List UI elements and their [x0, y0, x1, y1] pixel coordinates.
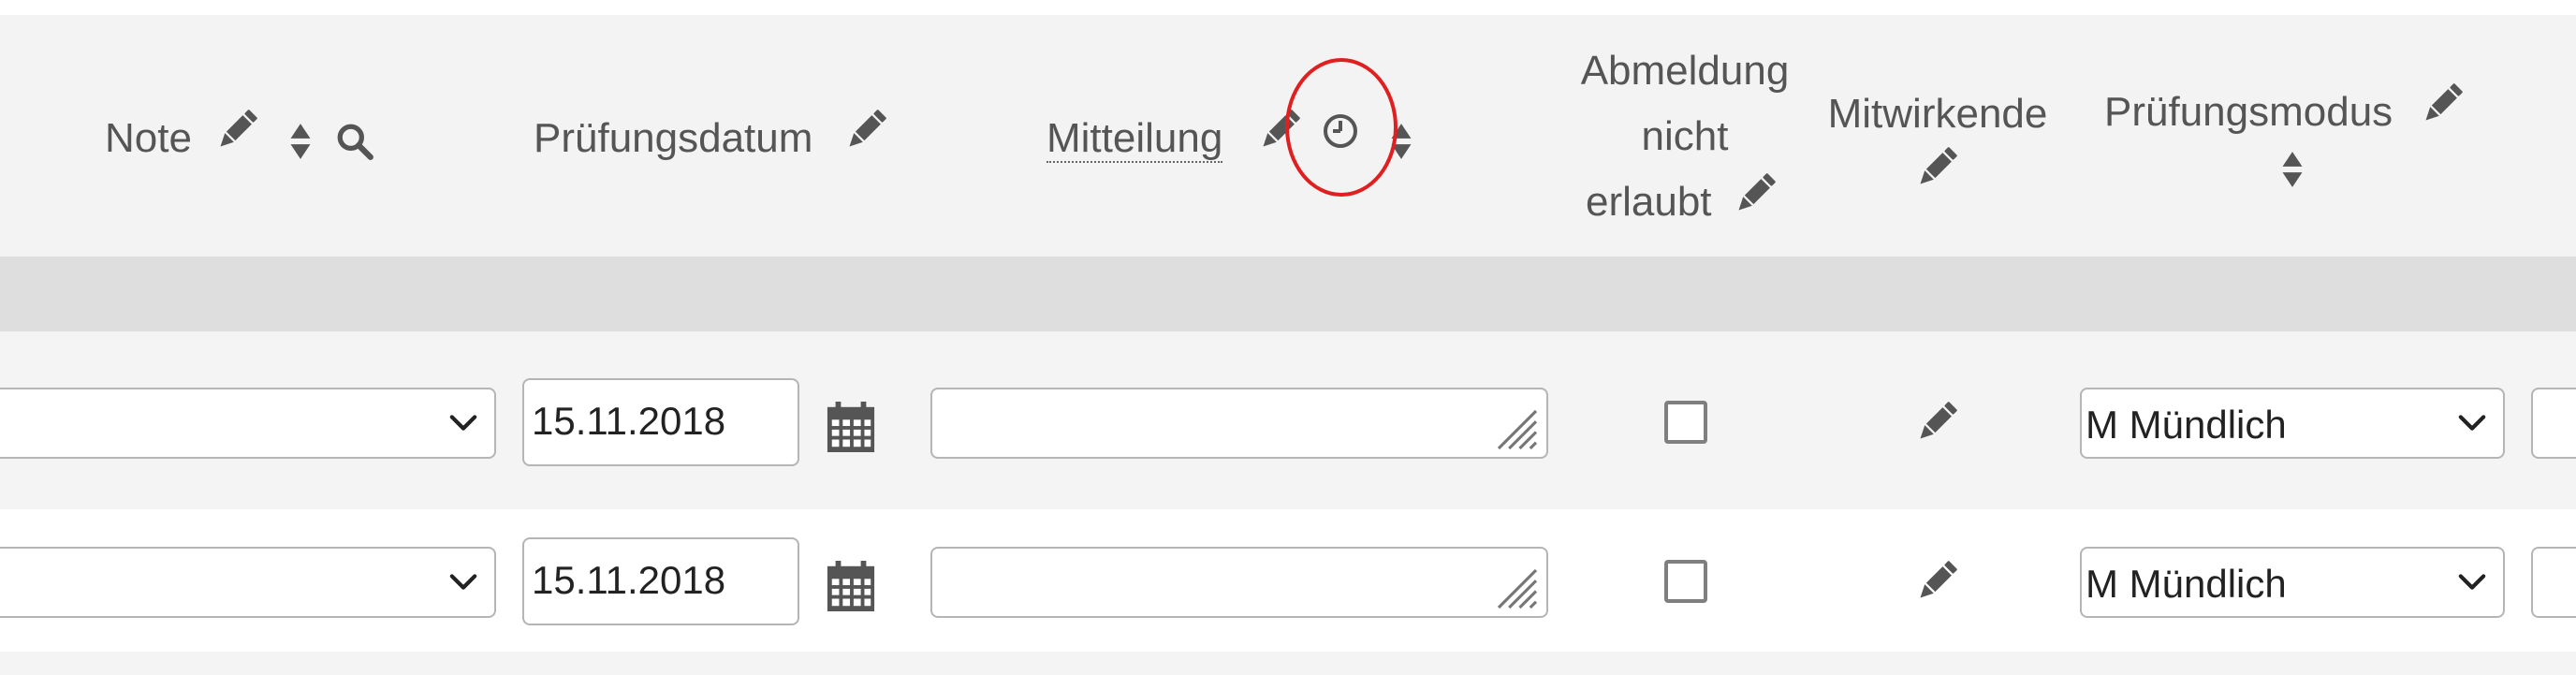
pencil-icon[interactable]	[1911, 142, 1962, 193]
pruefungsmodus-value: M Mündlich	[2086, 562, 2287, 606]
chevron-down-icon	[2458, 414, 2486, 433]
pencil-icon[interactable]	[212, 105, 262, 155]
header-pruefungsmodus-label: Prüfungsmodus	[2104, 89, 2393, 135]
mitteilung-textarea[interactable]	[930, 388, 1548, 459]
sort-icon[interactable]	[2280, 150, 2305, 189]
header-abmeldung-line3: erlaubt	[1586, 179, 1712, 225]
header-pruefungsdatum-label: Prüfungsdatum	[534, 115, 813, 161]
highlight-circle	[1285, 58, 1398, 197]
abmeldung-checkbox[interactable]	[1664, 401, 1707, 444]
resize-handle-icon[interactable]	[1494, 565, 1541, 612]
sort-icon[interactable]	[288, 122, 313, 161]
header-mitwirkende-label: Mitwirkende	[1827, 91, 2048, 137]
note-select[interactable]	[0, 388, 496, 459]
table-row	[0, 652, 2576, 675]
calendar-icon[interactable]	[826, 559, 876, 613]
header-mitteilung-label[interactable]: Mitteilung	[1046, 118, 1223, 163]
chevron-down-icon	[449, 414, 477, 433]
chevron-down-icon	[2458, 573, 2486, 592]
pencil-icon[interactable]	[2417, 79, 2467, 129]
note-select[interactable]	[0, 547, 496, 618]
calendar-icon[interactable]	[826, 400, 876, 454]
mitteilung-textarea[interactable]	[930, 547, 1548, 618]
next-column-input[interactable]	[2531, 388, 2576, 459]
abmeldung-checkbox[interactable]	[1664, 560, 1707, 603]
pencil-icon[interactable]	[1730, 169, 1780, 219]
header-abmeldung-line1: Abmeldung	[1580, 48, 1790, 94]
pencil-icon[interactable]	[1911, 556, 1962, 607]
header-note-label: Note	[105, 115, 192, 161]
next-column-input[interactable]	[2531, 547, 2576, 618]
search-icon[interactable]	[335, 122, 374, 161]
header-abmeldung-line2: nicht	[1641, 113, 1729, 159]
chevron-down-icon	[449, 573, 477, 592]
pruefungsmodus-value: M Mündlich	[2086, 403, 2287, 447]
pencil-icon[interactable]	[841, 105, 891, 155]
pencil-icon[interactable]	[1911, 397, 1962, 448]
date-input[interactable]: 15.11.2018	[522, 378, 799, 466]
resize-handle-icon[interactable]	[1494, 406, 1541, 453]
date-input[interactable]: 15.11.2018	[522, 537, 799, 625]
group-row	[0, 257, 2576, 331]
